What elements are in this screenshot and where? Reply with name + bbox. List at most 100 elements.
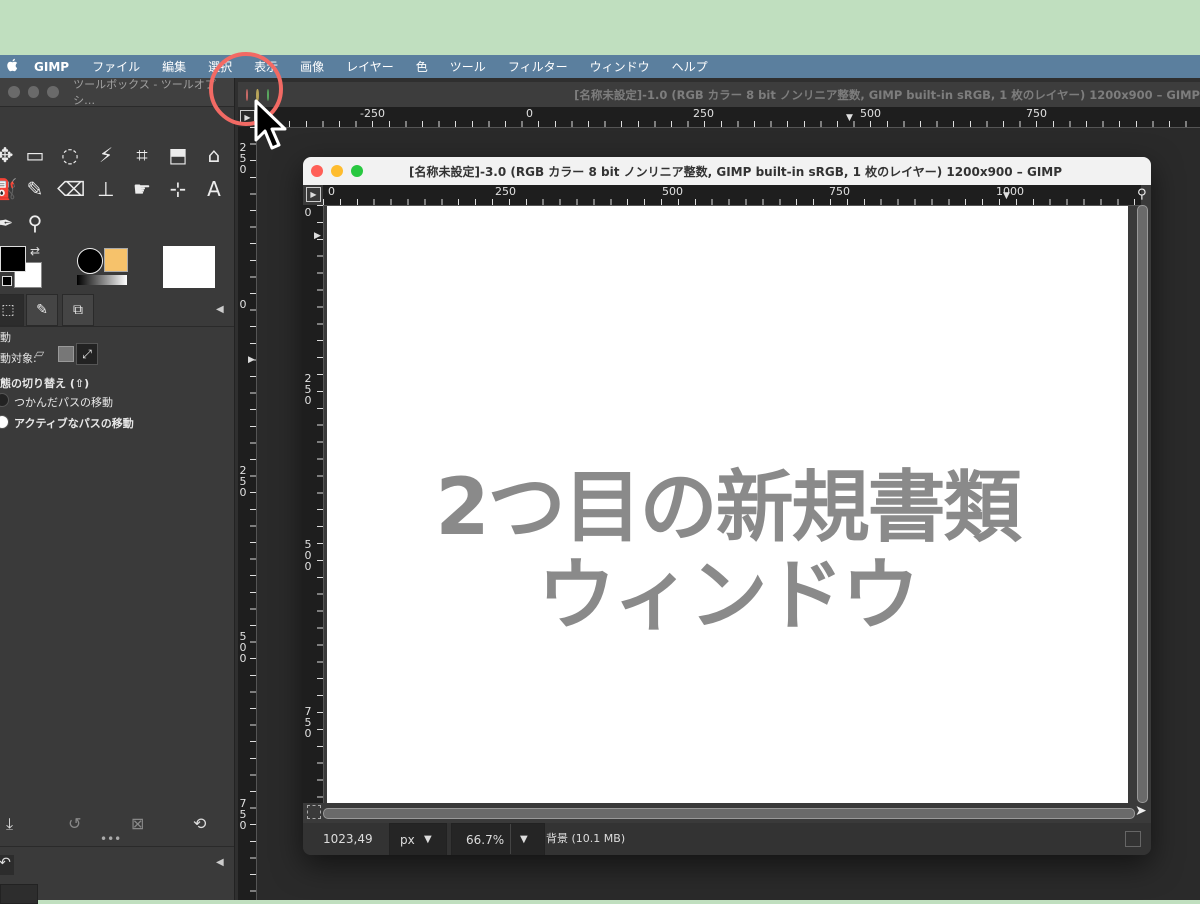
- tab-device-status[interactable]: ✎: [26, 294, 58, 326]
- delete-options-icon[interactable]: ⊠: [131, 814, 144, 833]
- foreground-color-swatch[interactable]: [0, 246, 26, 272]
- target-layer-icon[interactable]: ▱: [35, 346, 53, 362]
- brush-preview[interactable]: [77, 248, 103, 274]
- chevron-down-icon: ▼: [520, 834, 528, 845]
- ruler-pointer-icon: ▶: [314, 231, 321, 241]
- ruler-label-v: 250: [304, 372, 312, 407]
- text-tool-icon[interactable]: A: [201, 176, 227, 202]
- menu-edit[interactable]: 編集: [162, 58, 186, 75]
- unit-select[interactable]: px ▼: [389, 823, 447, 855]
- pattern-preview[interactable]: [104, 248, 128, 272]
- eraser-tool-icon[interactable]: ⌫: [57, 176, 85, 202]
- ruler-label-v: 0: [304, 206, 312, 219]
- ruler-label: 500: [662, 185, 683, 198]
- zoom-tool-icon[interactable]: ⚲: [22, 210, 48, 236]
- radio-active-path-label: アクティブなパスの移動: [14, 417, 134, 430]
- menu-windows[interactable]: ウィンドウ: [590, 58, 650, 75]
- active-image-thumbnail[interactable]: [163, 246, 215, 288]
- image-window-3-close-button[interactable]: [311, 165, 323, 177]
- gradient-preview[interactable]: [77, 275, 127, 285]
- radio-grab-path-label: つかんだパスの移動: [14, 396, 113, 409]
- chevron-down-icon: ▼: [424, 834, 432, 845]
- image-window-3-quickmask-icon[interactable]: ▶: [306, 187, 321, 202]
- toolbox-minimize-button[interactable]: [27, 86, 40, 98]
- resize-grip-icon[interactable]: [1125, 831, 1141, 847]
- crop-tool-icon[interactable]: ⌗: [129, 142, 155, 168]
- menu-help[interactable]: ヘルプ: [672, 58, 708, 75]
- paintbrush-tool-icon[interactable]: ✎: [22, 176, 48, 202]
- tab-menu-icon[interactable]: ◀: [216, 304, 224, 315]
- navigate-zoom-icon[interactable]: ⚲: [1137, 187, 1147, 202]
- vertical-scrollbar[interactable]: [1137, 205, 1148, 803]
- pointer-coordinates: 1023,49: [323, 832, 373, 846]
- rect-select-tool-icon[interactable]: ▭: [22, 142, 48, 168]
- ruler-label: 500: [860, 107, 881, 120]
- toolbox-zoom-button[interactable]: [47, 86, 60, 98]
- move-tool-icon[interactable]: ✥: [0, 142, 18, 168]
- lasso-tool-icon[interactable]: ◌: [57, 142, 83, 168]
- image-window-3-title: [名称未設定]-3.0 (RGB カラー 8 bit ノンリニア整数, GIMP…: [409, 164, 1063, 179]
- toggle-label: 態の切り替え (⇧): [0, 377, 90, 390]
- menu-app-gimp[interactable]: GIMP: [34, 60, 69, 74]
- tab-undo-images[interactable]: ⧉: [62, 294, 94, 326]
- tool-options-tabs: ⬚ ✎ ⧉ ◀: [0, 294, 234, 327]
- reset-options-icon[interactable]: ⟲: [193, 814, 206, 833]
- radio-active-path[interactable]: [0, 415, 9, 429]
- ruler-label: 750: [829, 185, 850, 198]
- restore-options-icon[interactable]: ↺: [68, 814, 81, 833]
- apple-icon[interactable]: [0, 58, 24, 76]
- ruler-label-v: 500: [239, 630, 247, 665]
- menu-colors[interactable]: 色: [416, 58, 428, 75]
- warp-tool-icon[interactable]: ⌂: [201, 142, 227, 168]
- canvas-text: 2つ目の新規書類 ウィンドウ: [327, 464, 1128, 640]
- undo-dock: ↶ ◀: [0, 846, 234, 883]
- ruler-pointer-icon: ▶: [248, 355, 255, 365]
- clone-tool-icon[interactable]: ⊥: [93, 176, 119, 202]
- ruler-ticks: [256, 121, 1200, 127]
- ruler-ticks: [250, 127, 256, 900]
- image-canvas[interactable]: 2つ目の新規書類 ウィンドウ: [327, 206, 1128, 803]
- ruler-label-v: 250: [239, 464, 247, 499]
- zoom-value: 66.7%: [466, 833, 505, 847]
- paths-tool-icon[interactable]: ⊹: [165, 176, 191, 202]
- ruler-label-v: 500: [304, 538, 312, 573]
- status-bar: 1023,49 px ▼ 66.7% ▼ 背景 (10.1 MB): [303, 823, 1151, 855]
- menu-file[interactable]: ファイル: [92, 58, 140, 75]
- menu-layer[interactable]: レイヤー: [346, 58, 394, 75]
- toolbox-titlebar: ツールボックス - ツールオプシ…: [0, 78, 234, 107]
- default-colors-icon[interactable]: [2, 276, 12, 286]
- tab-tool-options[interactable]: ⬚: [0, 294, 24, 326]
- target-selection-icon[interactable]: [58, 346, 74, 362]
- menu-tools[interactable]: ツール: [450, 58, 486, 75]
- target-path-icon[interactable]: ⤢: [76, 343, 98, 365]
- swap-colors-icon[interactable]: ⇄: [30, 244, 40, 258]
- save-options-icon[interactable]: ⤓: [6, 814, 13, 834]
- horizontal-scrollbar[interactable]: [323, 808, 1135, 819]
- image-window-1-title: [名称未設定]-1.0 (RGB カラー 8 bit ノンリニア整数, GIMP…: [574, 87, 1200, 102]
- image-window-3-minimize-button[interactable]: [331, 165, 343, 177]
- ruler-label: 1000: [996, 185, 1024, 198]
- toolbox-close-button[interactable]: [8, 86, 20, 98]
- transform-tool-icon[interactable]: ⬒: [165, 142, 191, 168]
- menu-filters[interactable]: フィルター: [508, 58, 568, 75]
- ruler-label: 250: [495, 185, 516, 198]
- undo-history-icon[interactable]: ↶: [0, 855, 14, 875]
- color-picker-tool-icon[interactable]: ✒: [0, 210, 18, 236]
- canvas-text-line-1: 2つ目の新規書類: [435, 463, 1021, 553]
- undo-history-list: [0, 884, 38, 904]
- canvas-text-line-2: ウィンドウ: [537, 551, 919, 641]
- dock-handle-icon[interactable]: •••: [100, 832, 121, 846]
- ruler-label: 250: [693, 107, 714, 120]
- bucket-fill-tool-icon[interactable]: ⛽: [0, 176, 18, 202]
- zoom-select[interactable]: 66.7% ▼: [451, 823, 545, 855]
- radio-grab-path[interactable]: [0, 393, 9, 407]
- fuzzy-select-tool-icon[interactable]: ⚡: [93, 142, 119, 168]
- undo-dock-menu-icon[interactable]: ◀: [216, 857, 224, 868]
- zoom-divider: [510, 824, 511, 854]
- image-window-3-ruler-v: 0 ▶ 250 500 750: [303, 205, 324, 803]
- image-window-3-zoom-button[interactable]: [351, 165, 363, 177]
- menu-image[interactable]: 画像: [300, 58, 324, 75]
- navigate-icon[interactable]: ➤: [1135, 803, 1147, 819]
- quick-mask-toggle[interactable]: [307, 805, 321, 819]
- smudge-tool-icon[interactable]: ☛: [129, 176, 155, 202]
